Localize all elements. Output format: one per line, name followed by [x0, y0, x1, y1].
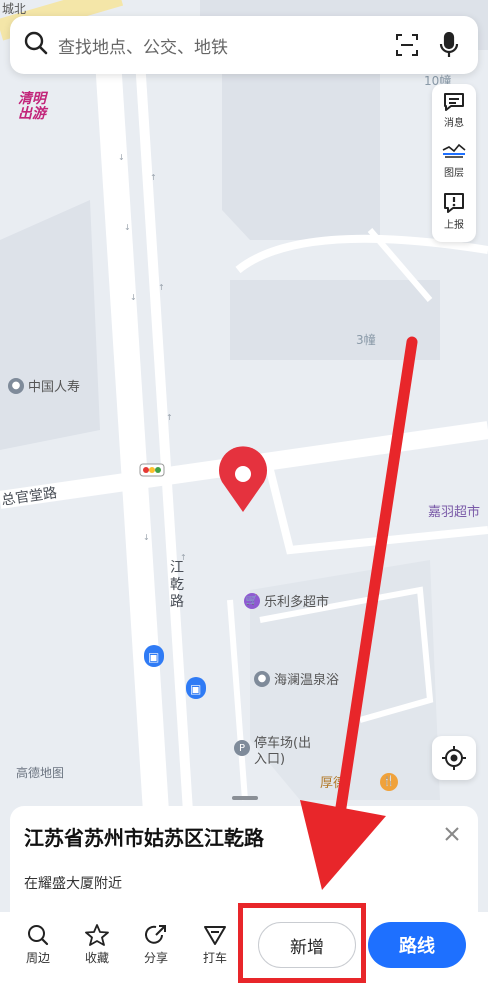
scan-icon[interactable] [392, 30, 422, 60]
svg-text:▣: ▣ [190, 682, 201, 696]
poi-bath[interactable]: ● 海澜温泉浴 [254, 669, 339, 688]
message-button[interactable]: 消息 [432, 92, 476, 142]
taxi-button[interactable]: 打车 [195, 924, 235, 966]
svg-text:↓: ↓ [118, 153, 125, 162]
poi-houde[interactable]: 厚德 🍴 [320, 772, 399, 791]
route-button[interactable]: 路线 [368, 922, 466, 968]
sheet-drag-handle[interactable] [232, 796, 258, 800]
promo-badge[interactable]: 清明出游 [18, 92, 52, 122]
star-icon [85, 924, 109, 946]
building-label-3: 3幢 [356, 333, 376, 347]
street-label-jiangqian: 江乾路 [170, 560, 184, 610]
share-button[interactable]: 分享 [136, 924, 176, 966]
locate-me-button[interactable] [432, 736, 476, 780]
poi-china-life[interactable]: ● 中国人寿 [8, 376, 80, 395]
close-icon[interactable] [442, 824, 462, 844]
food-icon: 🍴 [380, 772, 399, 791]
search-nearby-icon [28, 925, 49, 946]
place-detail-sheet: 江苏省苏州市姑苏区江乾路 在耀盛大厦附近 [10, 796, 478, 916]
share-icon [145, 925, 166, 944]
taxi-icon [204, 926, 226, 945]
map-tools-panel: 消息 图层 上报 [432, 84, 476, 242]
svg-text:▣: ▣ [148, 650, 159, 664]
layers-icon [442, 143, 466, 158]
poi-pin-icon: ● [8, 377, 24, 394]
svg-text:↓: ↓ [130, 293, 137, 302]
svg-text:↓: ↓ [143, 533, 150, 542]
report-button[interactable]: 上报 [432, 192, 476, 242]
report-icon [444, 193, 464, 213]
road-label-chengbei: 城北 [2, 2, 27, 16]
svg-text:↑: ↑ [150, 173, 157, 182]
parking-icon: P [234, 740, 250, 756]
poi-pin-icon: ● [254, 670, 270, 687]
annotation-highlight-box [238, 903, 366, 983]
poi-jiayu[interactable]: 嘉羽超市 [428, 501, 480, 520]
microphone-icon[interactable] [434, 30, 464, 60]
svg-text:↑: ↑ [166, 413, 173, 422]
crosshair-icon [442, 746, 466, 770]
search-bar[interactable]: 查找地点、公交、地铁 [10, 16, 478, 74]
place-subtitle: 在耀盛大厦附近 [24, 876, 122, 892]
poi-supermarket[interactable]: 🛒 乐利多超市 [244, 591, 329, 610]
favorite-button[interactable]: 收藏 [77, 924, 117, 966]
search-input[interactable]: 查找地点、公交、地铁 [58, 33, 380, 58]
map-brand-logo: 高德地图 [16, 766, 65, 780]
search-icon [24, 31, 48, 59]
cart-icon: 🛒 [244, 592, 260, 609]
svg-text:↓: ↓ [124, 223, 131, 232]
poi-parking[interactable]: P 停车场(出入口) [234, 736, 324, 768]
layers-button[interactable]: 图层 [432, 142, 476, 192]
message-icon [444, 93, 464, 111]
svg-text:↑: ↑ [158, 283, 165, 292]
nearby-button[interactable]: 周边 [18, 924, 58, 966]
place-title: 江苏省苏州市姑苏区江乾路 [24, 826, 264, 850]
